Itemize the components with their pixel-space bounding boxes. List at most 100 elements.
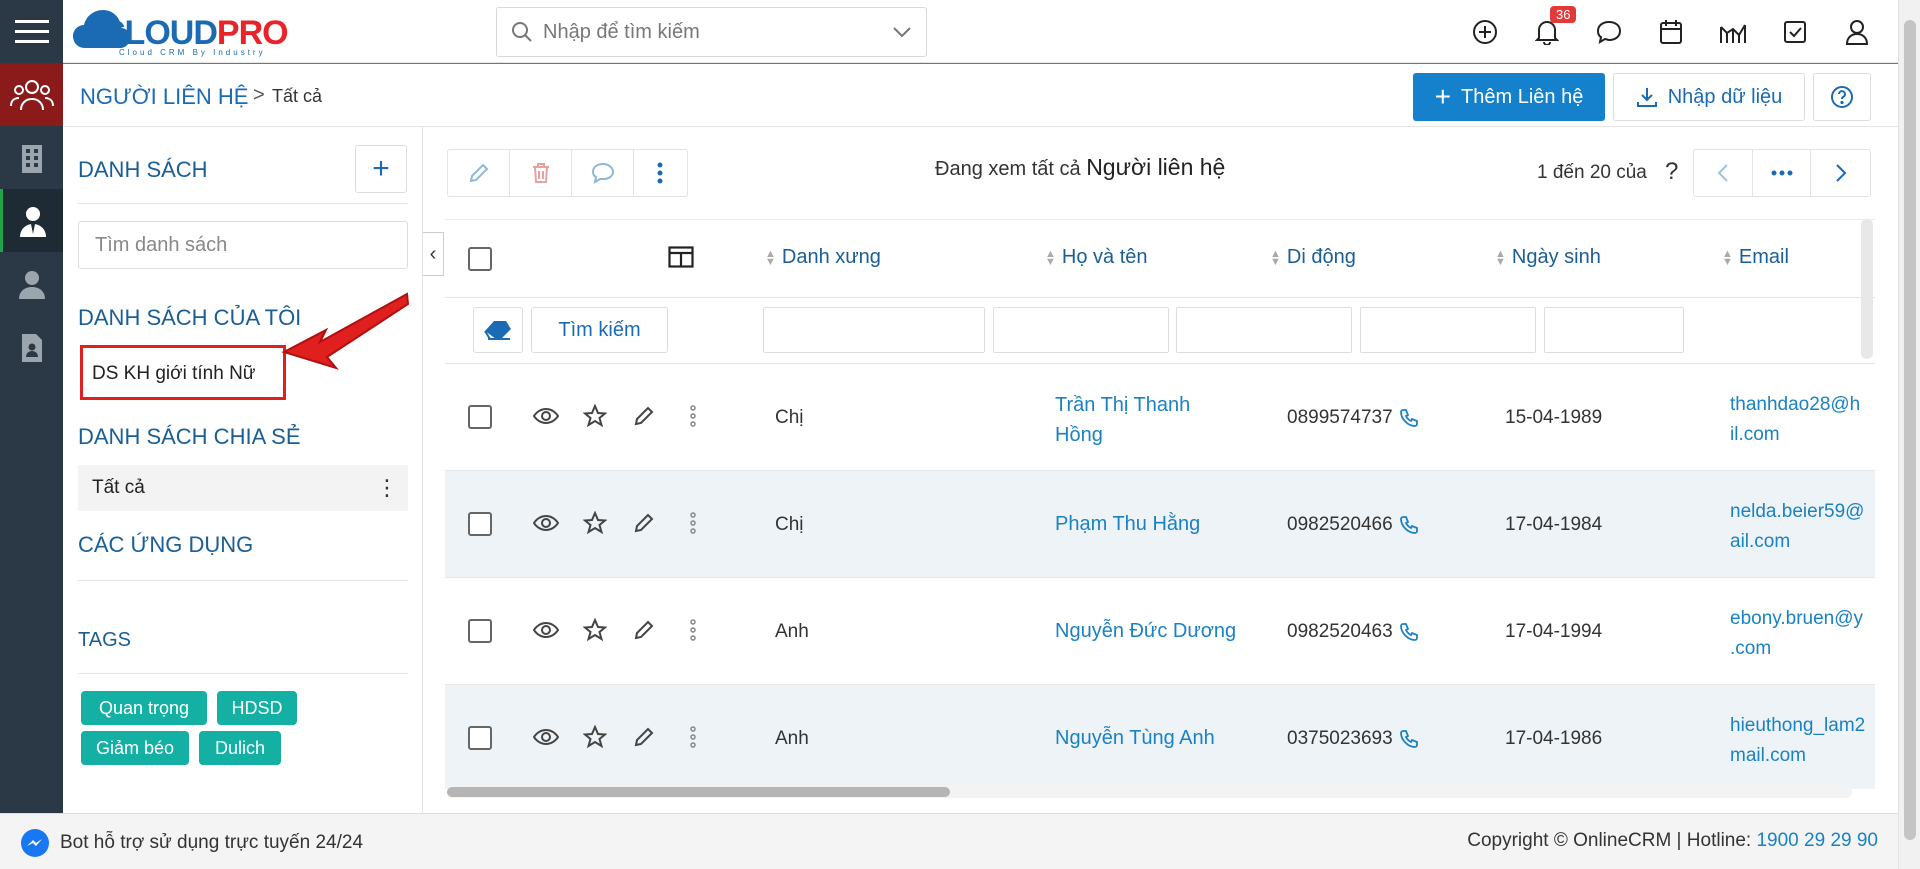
module-header: NGƯỜI LIÊN HỆ > Tất cả + Thêm Liên hệ Nh… bbox=[63, 63, 1898, 127]
phone-icon[interactable] bbox=[1399, 408, 1419, 428]
rail-item-contacts-group[interactable] bbox=[0, 63, 63, 126]
filter-input-birthday[interactable] bbox=[1360, 307, 1536, 353]
calendar-button[interactable] bbox=[1640, 0, 1702, 63]
column-header-mobile[interactable]: ▲ ▼ Di động bbox=[1270, 246, 1356, 269]
edit-pencil-icon[interactable] bbox=[619, 726, 668, 748]
cell-fullname-link[interactable]: Nguyễn Đức Dương bbox=[1055, 616, 1236, 646]
select-all-checkbox[interactable] bbox=[468, 247, 492, 271]
row-checkbox[interactable] bbox=[468, 619, 492, 643]
list-search-input[interactable]: Tìm danh sách bbox=[78, 221, 408, 269]
more-vertical-icon[interactable] bbox=[668, 512, 717, 534]
column-layout-icon[interactable] bbox=[668, 246, 694, 268]
cell-fullname-link[interactable]: Phạm Thu Hằng bbox=[1055, 509, 1200, 539]
edit-pencil-icon[interactable] bbox=[619, 619, 668, 641]
table-vertical-scrollbar[interactable] bbox=[1861, 219, 1873, 359]
favorite-star-icon[interactable] bbox=[570, 725, 619, 749]
calendar-icon bbox=[1660, 19, 1682, 44]
view-eye-icon[interactable] bbox=[521, 514, 570, 532]
cell-email-link[interactable]: nelda.beier59@ ail.com bbox=[1730, 497, 1864, 557]
favorite-star-icon[interactable] bbox=[570, 618, 619, 642]
import-data-button[interactable]: Nhập dữ liệu bbox=[1613, 73, 1805, 121]
page-scrollbar[interactable] bbox=[1898, 0, 1920, 869]
chevron-left-icon: ‹ bbox=[429, 242, 437, 265]
view-eye-icon[interactable] bbox=[521, 407, 570, 425]
filter-input-fullname[interactable] bbox=[993, 307, 1169, 353]
edit-pencil-icon[interactable] bbox=[619, 512, 668, 534]
scrollbar-thumb[interactable] bbox=[447, 787, 950, 797]
rail-item-leads[interactable] bbox=[0, 252, 63, 315]
rail-item-documents[interactable] bbox=[0, 315, 63, 378]
phone-icon[interactable] bbox=[1399, 622, 1419, 642]
clear-filters-button[interactable] bbox=[473, 307, 523, 353]
filter-input-mobile[interactable] bbox=[1176, 307, 1352, 353]
edit-selected-button[interactable] bbox=[448, 150, 510, 196]
view-eye-icon[interactable] bbox=[521, 728, 570, 746]
cell-fullname-link[interactable]: Nguyễn Tùng Anh bbox=[1055, 723, 1215, 753]
column-header-fullname[interactable]: ▲ ▼ Họ và tên bbox=[1045, 246, 1148, 269]
tag-giam-beo[interactable]: Giảm béo bbox=[81, 731, 189, 765]
phone-icon[interactable] bbox=[1399, 729, 1419, 749]
rail-item-contacts[interactable] bbox=[0, 189, 63, 252]
hamburger-menu-button[interactable] bbox=[0, 0, 63, 63]
edit-pencil-icon[interactable] bbox=[619, 405, 668, 427]
help-button[interactable] bbox=[1813, 73, 1871, 121]
view-eye-icon[interactable] bbox=[521, 621, 570, 639]
more-vertical-icon[interactable] bbox=[668, 405, 717, 427]
scrollbar-thumb[interactable] bbox=[1904, 20, 1916, 840]
tag-quan-trong[interactable]: Quan trọng bbox=[81, 691, 207, 725]
tasks-button[interactable] bbox=[1764, 0, 1826, 63]
filter-input-email[interactable] bbox=[1544, 307, 1684, 353]
more-vertical-icon[interactable] bbox=[668, 619, 717, 641]
next-page-button[interactable] bbox=[1811, 150, 1870, 196]
shared-list-item-all[interactable]: Tất cả ⋮ bbox=[78, 465, 408, 511]
row-checkbox[interactable] bbox=[468, 405, 492, 429]
user-profile-button[interactable] bbox=[1826, 0, 1888, 63]
add-list-button[interactable]: + bbox=[355, 145, 407, 193]
column-header-email[interactable]: ▲ ▼ Email bbox=[1722, 246, 1789, 269]
hotline-link[interactable]: 1900 29 29 90 bbox=[1756, 830, 1878, 851]
phone-icon[interactable] bbox=[1399, 515, 1419, 535]
apply-filter-button[interactable]: Tìm kiếm bbox=[531, 307, 668, 353]
rail-item-organizations[interactable] bbox=[0, 126, 63, 189]
more-vertical-icon[interactable] bbox=[668, 726, 717, 748]
row-checkbox[interactable] bbox=[468, 726, 492, 750]
filter-input-salutation[interactable] bbox=[763, 307, 985, 353]
notifications-button[interactable]: 36 bbox=[1516, 0, 1578, 63]
comment-selected-button[interactable] bbox=[572, 150, 634, 196]
prev-page-button[interactable] bbox=[1694, 150, 1753, 196]
more-actions-button[interactable] bbox=[634, 150, 686, 196]
table-horizontal-scrollbar[interactable] bbox=[447, 786, 1852, 798]
tag-hdsd[interactable]: HDSD bbox=[217, 691, 297, 725]
more-vertical-icon[interactable]: ⋮ bbox=[376, 475, 398, 501]
cell-email-link[interactable]: thanhdao28@h il.com bbox=[1730, 390, 1860, 450]
sidebar-collapse-button[interactable]: ‹ bbox=[423, 232, 444, 276]
table-row[interactable]: Chị Phạm Thu Hằng 0982520466 17-04-1984 … bbox=[445, 471, 1875, 578]
delete-selected-button[interactable] bbox=[510, 150, 572, 196]
chevron-down-icon[interactable] bbox=[892, 26, 912, 38]
global-search-input[interactable]: Nhập để tìm kiếm bbox=[496, 7, 927, 57]
table-row[interactable]: Chị Trần Thị Thanh Hồng 0899574737 15-04-… bbox=[445, 364, 1875, 471]
reports-button[interactable] bbox=[1702, 0, 1764, 63]
cell-email-link[interactable]: ebony.bruen@y .com bbox=[1730, 604, 1863, 664]
column-header-salutation[interactable]: ▲ ▼ Danh xưng bbox=[765, 246, 881, 269]
cell-email-link[interactable]: hieuthong_lam2 mail.com bbox=[1730, 711, 1865, 771]
total-count-unknown[interactable]: ? bbox=[1665, 158, 1678, 186]
quick-create-button[interactable] bbox=[1454, 0, 1516, 63]
favorite-star-icon[interactable] bbox=[570, 511, 619, 535]
cell-salutation: Anh bbox=[775, 621, 809, 642]
chat-bubble-icon bbox=[1596, 20, 1622, 44]
row-checkbox[interactable] bbox=[468, 512, 492, 536]
breadcrumb-module-title[interactable]: NGƯỜI LIÊN HỆ bbox=[80, 84, 248, 110]
tag-dulich[interactable]: Dulich bbox=[199, 731, 281, 765]
cell-fullname-link[interactable]: Trần Thị Thanh Hồng bbox=[1055, 390, 1190, 450]
favorite-star-icon[interactable] bbox=[570, 404, 619, 428]
building-icon bbox=[21, 144, 42, 173]
column-header-birthday[interactable]: ▲ ▼ Ngày sinh bbox=[1495, 246, 1601, 269]
support-bot-link[interactable]: Bot hỗ trợ sử dụng trực tuyến 24/24 bbox=[20, 828, 363, 858]
table-row[interactable]: Anh Nguyễn Đức Dương 0982520463 17-04-19… bbox=[445, 578, 1875, 685]
chat-button[interactable] bbox=[1578, 0, 1640, 63]
cloudpro-logo[interactable]: CLOUDPRO Cloud CRM By Industry bbox=[71, 6, 301, 57]
add-contact-button[interactable]: + Thêm Liên hệ bbox=[1413, 73, 1605, 121]
page-options-button[interactable] bbox=[1753, 150, 1812, 196]
table-row[interactable]: Anh Nguyễn Tùng Anh 0375023693 17-04-198… bbox=[445, 685, 1875, 789]
